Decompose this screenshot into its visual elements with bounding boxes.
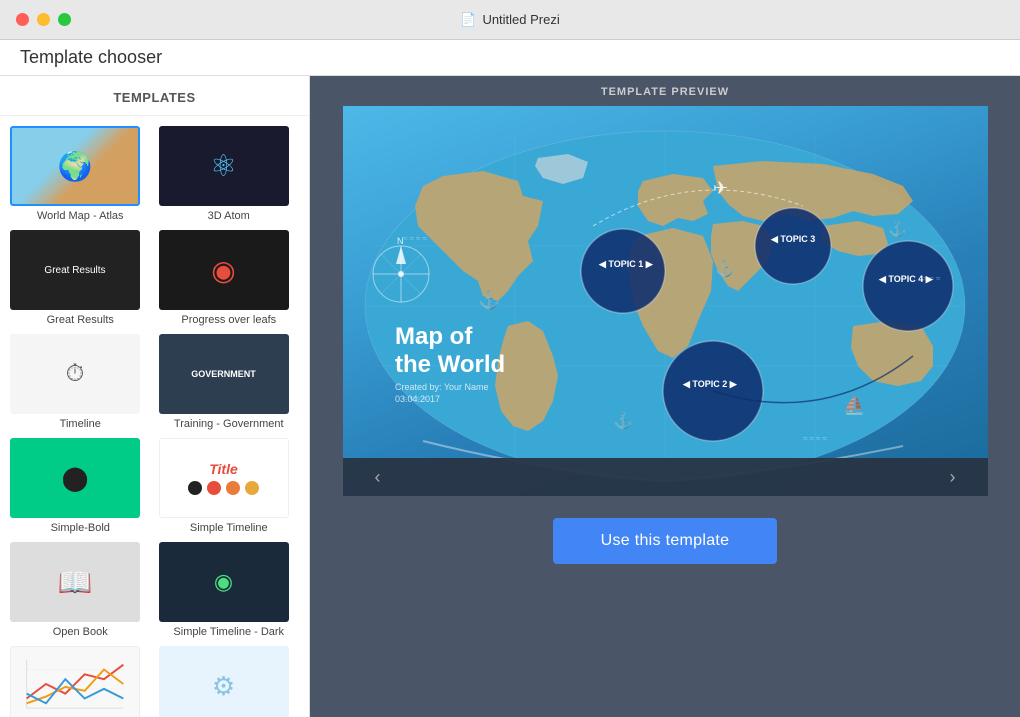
template-item-world-map[interactable]: World Map - Atlas	[10, 126, 151, 222]
dot-1	[188, 481, 202, 495]
preview-header: TEMPLATE PREVIEW	[310, 76, 1020, 106]
template-thumb-future	[159, 646, 289, 717]
template-thumb-open-book	[10, 542, 140, 622]
template-label-open-book: Open Book	[10, 626, 151, 638]
map-preview: ◀ TOPIC 1 ▶ ◀ TOPIC 2 ▶ ◀ TOPIC 3 ◀ TOPI…	[343, 106, 988, 496]
simple-timeline-title: Title	[209, 461, 238, 477]
svg-text:the World: the World	[395, 351, 505, 378]
content-area: TEMPLATE PREVIEW	[310, 76, 1020, 717]
template-item-open-book[interactable]: Open Book	[10, 542, 151, 638]
sidebar-header: TEMPLATES	[0, 76, 309, 116]
dot-4	[245, 481, 259, 495]
template-item-line-chart[interactable]: Line Chart	[10, 646, 151, 717]
template-item-progress[interactable]: Progress over leafs	[159, 230, 300, 326]
template-grid: World Map - Atlas 3D Atom Great Results …	[0, 116, 309, 717]
template-label-great-results: Great Results	[10, 314, 151, 326]
template-item-future[interactable]: Future	[159, 646, 300, 717]
template-label-simple-timeline: Simple Timeline	[159, 522, 300, 534]
traffic-lights	[16, 13, 71, 26]
template-thumb-3d-atom	[159, 126, 289, 206]
line-chart-svg	[17, 649, 133, 717]
svg-text:≈≈≈≈: ≈≈≈≈	[403, 234, 429, 243]
template-thumb-government: GOVERNMENT	[159, 334, 289, 414]
main-layout: TEMPLATES World Map - Atlas 3D Atom Grea…	[0, 76, 1020, 717]
svg-text:⛵: ⛵	[843, 394, 865, 415]
template-item-timeline[interactable]: Timeline	[10, 334, 151, 430]
svg-text:◀ TOPIC 1 ▶: ◀ TOPIC 1 ▶	[598, 259, 654, 269]
template-label-timeline: Timeline	[10, 418, 151, 430]
dot-2	[207, 481, 221, 495]
svg-text:⚓: ⚓	[715, 259, 735, 278]
template-thumb-simple-bold	[10, 438, 140, 518]
template-label-3d-atom: 3D Atom	[159, 210, 300, 222]
template-label-simple-bold: Simple-Bold	[10, 522, 151, 534]
window-title-text: Untitled Prezi	[482, 12, 559, 27]
titlebar: 📄 Untitled Prezi	[0, 0, 1020, 40]
svg-text:Map of: Map of	[395, 323, 473, 350]
window-title: 📄 Untitled Prezi	[460, 12, 560, 28]
close-button[interactable]	[16, 13, 29, 26]
preview-container: ◀ TOPIC 1 ▶ ◀ TOPIC 2 ▶ ◀ TOPIC 3 ◀ TOPI…	[343, 106, 988, 496]
svg-text:◀ TOPIC 2 ▶: ◀ TOPIC 2 ▶	[682, 379, 738, 389]
template-thumb-timeline	[10, 334, 140, 414]
template-item-great-results[interactable]: Great Results Great Results	[10, 230, 151, 326]
svg-text:≈≈≈≈: ≈≈≈≈	[803, 434, 829, 443]
template-label-world-map: World Map - Atlas	[10, 210, 151, 222]
template-item-simple-timeline[interactable]: Title Simple Timeline	[159, 438, 300, 534]
next-arrow[interactable]: ›	[938, 462, 968, 492]
map-svg: ◀ TOPIC 1 ▶ ◀ TOPIC 2 ▶ ◀ TOPIC 3 ◀ TOPI…	[343, 106, 988, 496]
sidebar: TEMPLATES World Map - Atlas 3D Atom Grea…	[0, 76, 310, 717]
template-thumb-simple-dark	[159, 542, 289, 622]
template-label-progress: Progress over leafs	[159, 314, 300, 326]
template-thumb-great-results: Great Results	[10, 230, 140, 310]
maximize-button[interactable]	[58, 13, 71, 26]
doc-icon: 📄	[460, 12, 476, 28]
timeline-dots	[188, 481, 259, 495]
template-item-simple-dark[interactable]: Simple Timeline - Dark	[159, 542, 300, 638]
template-label-simple-dark: Simple Timeline - Dark	[159, 626, 300, 638]
app-header: Template chooser	[0, 40, 1020, 76]
svg-text:≈≈≈: ≈≈≈	[923, 274, 942, 283]
preview-nav: ‹ ›	[343, 458, 988, 496]
svg-text:⚓: ⚓	[478, 289, 500, 310]
app-title: Template chooser	[20, 47, 162, 68]
prev-arrow[interactable]: ‹	[363, 462, 393, 492]
template-item-3d-atom[interactable]: 3D Atom	[159, 126, 300, 222]
template-thumb-simple-timeline: Title	[159, 438, 289, 518]
minimize-button[interactable]	[37, 13, 50, 26]
template-item-government[interactable]: GOVERNMENT Training - Government	[159, 334, 300, 430]
template-thumb-world-map	[10, 126, 140, 206]
svg-text:◀ TOPIC 3: ◀ TOPIC 3	[770, 234, 815, 244]
template-thumb-progress	[159, 230, 289, 310]
svg-text:⚓: ⚓	[888, 220, 907, 238]
template-thumb-line-chart	[10, 646, 140, 717]
dot-3	[226, 481, 240, 495]
svg-text:03.04.2017: 03.04.2017	[395, 394, 440, 404]
svg-text:Created by: Your Name: Created by: Your Name	[395, 382, 489, 392]
template-item-simple-bold[interactable]: Simple-Bold	[10, 438, 151, 534]
template-label-government: Training - Government	[159, 418, 300, 430]
svg-text:⚓: ⚓	[613, 411, 633, 430]
use-template-button[interactable]: Use this template	[553, 518, 778, 564]
svg-text:✈: ✈	[713, 178, 728, 198]
